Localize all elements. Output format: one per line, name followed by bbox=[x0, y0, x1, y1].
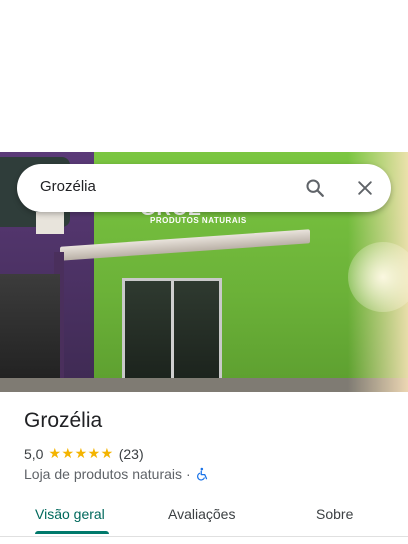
search-button[interactable] bbox=[301, 174, 329, 202]
active-tab-indicator bbox=[35, 531, 109, 534]
separator: · bbox=[186, 466, 191, 482]
tab-overview[interactable]: Visão geral bbox=[35, 506, 105, 522]
rating-stars: ★★★★★ bbox=[48, 445, 114, 461]
small-sign bbox=[36, 212, 64, 234]
place-category[interactable]: Loja de produtos naturais bbox=[24, 466, 182, 482]
tab-reviews[interactable]: Avaliações bbox=[168, 506, 235, 522]
search-query[interactable]: Grozélia bbox=[40, 178, 96, 195]
category-row: Loja de produtos naturais · bbox=[24, 466, 210, 482]
rating-row[interactable]: 5,0 ★★★★★ (23) bbox=[24, 445, 144, 462]
storefront-subsign: PRODUTOS NATURAIS bbox=[150, 216, 247, 225]
main-door bbox=[122, 278, 222, 392]
rating-value: 5,0 bbox=[24, 445, 44, 462]
search-bar[interactable]: Grozélia bbox=[17, 164, 391, 212]
place-title: Grozélia bbox=[24, 409, 103, 432]
tabs-divider bbox=[0, 536, 408, 537]
wheelchair-icon[interactable] bbox=[196, 467, 210, 481]
close-icon bbox=[358, 181, 372, 195]
tab-about[interactable]: Sobre bbox=[316, 506, 353, 522]
tab-bar: Visão geral Avaliações Sobre bbox=[0, 494, 408, 536]
left-door bbox=[0, 274, 60, 392]
search-icon bbox=[306, 179, 324, 197]
clear-search-button[interactable] bbox=[351, 174, 379, 202]
review-count[interactable]: (23) bbox=[119, 446, 144, 462]
blank-area bbox=[0, 0, 408, 152]
sidewalk bbox=[0, 378, 408, 392]
